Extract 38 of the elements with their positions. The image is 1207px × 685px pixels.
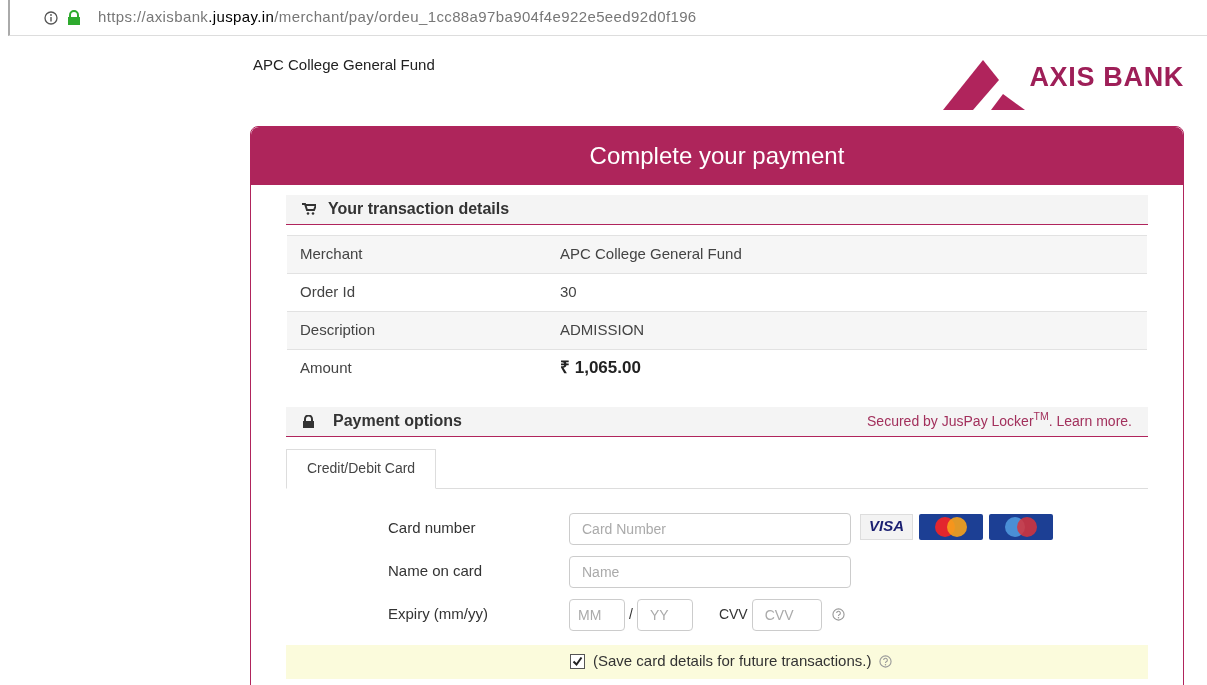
field-label: Expiry (mm/yy) [388,604,489,625]
save-card-label: (Save card details for future transactions.) [593,651,872,672]
card-number-field[interactable]: Card Number [569,512,851,545]
visa-logo: VISA [860,513,913,540]
detail-label: Merchant [299,243,364,264]
section-title: Payment options [333,411,462,431]
detail-value: ADMISSION [560,319,645,340]
detail-label: Order Id [299,281,357,302]
checkmark-icon [572,656,583,667]
name-field[interactable]: Name [569,555,851,588]
detail-label: Description [299,319,377,340]
info-icon[interactable] [44,10,58,25]
axis-logo-mark-icon [943,59,1026,110]
card-header: Complete your payment [251,126,1183,185]
url-text: https://axisbank.juspay.in/merchant/pay/ordeu_1cc88a97ba904f4e922e5eed92d0f196 [98,7,697,28]
secured-note[interactable]: Secured by JusPay Locker$^{TM}$. Learn more. [867,410,1132,432]
payment-tab[interactable]: Credit/Debit Card [286,448,437,489]
merchant-name: APC College General Fund [253,55,435,75]
date-separator: / [629,605,633,624]
save-card-checkbox[interactable] [570,654,585,669]
field-label: CVV [718,605,748,624]
cart-icon [302,203,316,215]
year-field[interactable]: YY [636,598,693,631]
field-label: Card number [388,518,477,539]
detail-value: 30 [560,281,577,302]
help-icon[interactable] [831,608,845,621]
month-field[interactable]: MM [569,598,625,631]
detail-value: ₹ 1,065.00 [560,357,641,380]
detail-label: Amount [299,357,353,378]
lock-icon [302,414,315,428]
field-label: Name on card [388,561,484,582]
logo-text: AXIS BANK [1029,61,1184,94]
mastercard-logo-icon [919,513,983,540]
address-bar[interactable]: https://axisbank.juspay.in/merchant/pay/ordeu_1cc88a97ba904f4e922e5eed92d0f196 [8,0,1207,36]
detail-value: APC College General Fund [560,243,742,264]
section-title: Your transaction details [328,199,510,219]
cvv-field[interactable]: CVV [751,598,822,631]
maestro-logo-icon [989,513,1053,540]
